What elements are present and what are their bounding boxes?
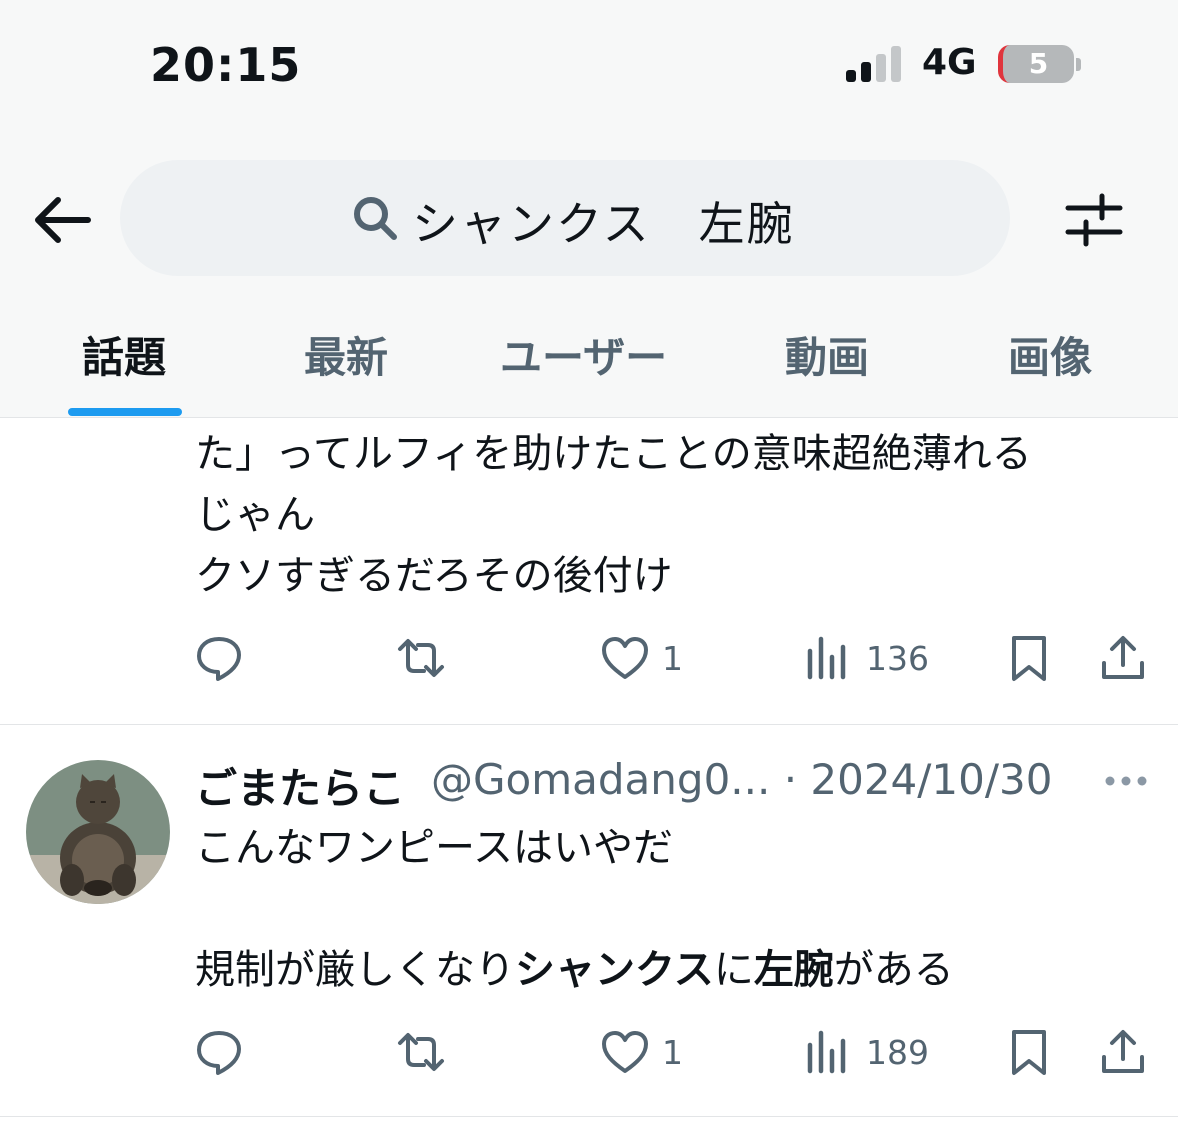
heart-icon	[602, 637, 648, 679]
reply-icon	[197, 637, 241, 681]
highlighted-term: 左腕	[753, 947, 834, 993]
handle-and-date[interactable]: @Gomadang0... · 2024/10/30	[431, 755, 1052, 804]
reply-icon	[197, 1031, 241, 1075]
tab-latest[interactable]: 最新	[304, 324, 388, 385]
tab-trending[interactable]: 話題	[82, 324, 166, 385]
bookmark-icon	[1012, 1030, 1046, 1075]
share-icon	[1102, 636, 1144, 679]
tweet-line-normal: がある	[833, 947, 954, 993]
signal-strength-icon	[846, 46, 901, 82]
retweet-icon	[398, 639, 444, 677]
filter-sliders-icon[interactable]	[1062, 190, 1126, 250]
views-button[interactable]: 189	[804, 1022, 929, 1082]
network-type: 4G	[922, 42, 977, 83]
more-dots-icon[interactable]	[1104, 773, 1148, 789]
view-count: 136	[866, 638, 929, 678]
tab-users[interactable]: ユーザー	[500, 324, 667, 385]
search-query: シャンクス 左腕	[412, 197, 795, 251]
cat-avatar-image	[26, 760, 170, 904]
search-icon	[354, 197, 397, 240]
share-icon	[1102, 1030, 1144, 1073]
tweet-actions: 1 136	[0, 628, 1178, 688]
tweet-line: じゃん	[195, 492, 315, 538]
tweet-line: クソすぎるだろその後付け	[195, 553, 673, 599]
tweet-divider	[0, 724, 1178, 725]
tweet-text: こんなワンピースはいやだ 規制が厳しくなりシャンクスに左腕がある	[195, 818, 954, 1001]
avatar[interactable]	[26, 760, 170, 904]
back-arrow-icon[interactable]	[30, 192, 92, 248]
highlighted-term: シャンクス	[515, 947, 714, 993]
retweet-icon	[398, 1033, 444, 1071]
tweet-line: た」ってルフィを助けたことの意味超絶薄れる	[195, 431, 1032, 477]
search-input[interactable]: シャンクス 左腕	[120, 160, 1010, 276]
like-button[interactable]: 1	[600, 628, 683, 688]
tweet-line: こんなワンピースはいやだ	[195, 825, 673, 871]
display-name[interactable]: ごまたらこ	[195, 755, 405, 816]
like-count: 1	[662, 1032, 683, 1072]
tweet-divider	[0, 1116, 1178, 1117]
heart-icon	[602, 1031, 648, 1073]
reply-button[interactable]	[194, 1022, 244, 1082]
tab-images[interactable]: 画像	[1008, 324, 1092, 385]
battery-icon: 5	[998, 45, 1074, 83]
battery-level: 5	[1028, 47, 1049, 80]
tweet-actions: 1 189	[0, 1022, 1178, 1082]
views-button[interactable]: 136	[804, 628, 929, 688]
views-icon	[807, 636, 846, 680]
tweet-line-normal: 規制が厳しくなり	[195, 947, 515, 993]
tweet-text: た」ってルフィを助けたことの意味超絶薄れる じゃん クソすぎるだろその後付け	[195, 424, 1032, 607]
bookmark-icon	[1012, 636, 1046, 681]
status-bar: 20:15 4G 5	[0, 0, 1178, 130]
like-count: 1	[662, 638, 683, 678]
like-button[interactable]: 1	[600, 1022, 683, 1082]
search-tabs: 話題 最新 ユーザー 動画 画像	[0, 310, 1178, 418]
bookmark-button[interactable]	[1004, 628, 1054, 688]
retweet-button[interactable]	[396, 1022, 446, 1082]
status-time: 20:15	[150, 38, 302, 92]
tweet-line-normal: に	[713, 947, 754, 993]
tab-videos[interactable]: 動画	[785, 324, 869, 385]
search-header: シャンクス 左腕 話題 最新 ユーザー 動画 画像	[0, 130, 1178, 418]
battery-tip	[1076, 58, 1081, 71]
bookmark-button[interactable]	[1004, 1022, 1054, 1082]
share-button[interactable]	[1098, 1022, 1148, 1082]
reply-button[interactable]	[194, 628, 244, 688]
views-icon	[807, 1030, 846, 1074]
retweet-button[interactable]	[396, 628, 446, 688]
view-count: 189	[866, 1032, 929, 1072]
active-tab-indicator	[68, 408, 182, 416]
share-button[interactable]	[1098, 628, 1148, 688]
